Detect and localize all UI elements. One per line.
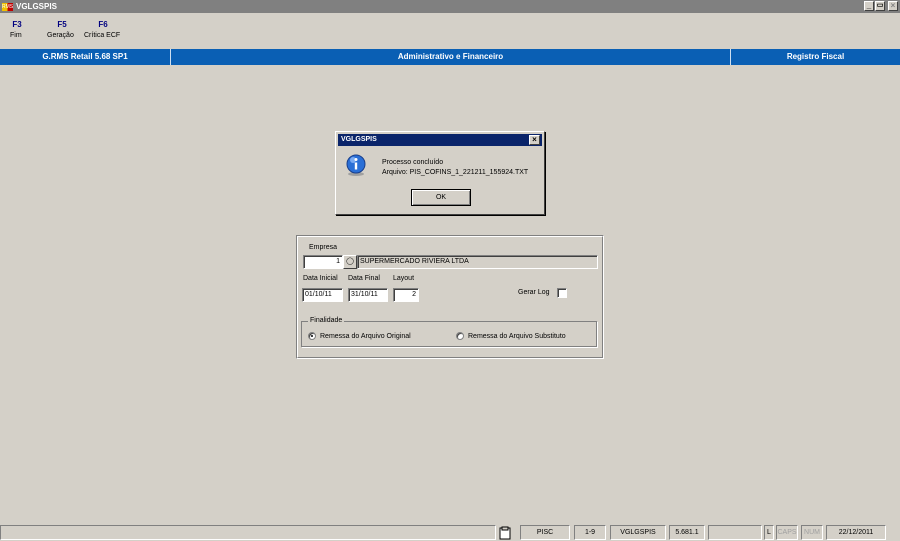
close-button[interactable]: × <box>888 1 898 11</box>
minimize-button[interactable]: _ <box>864 1 874 11</box>
status-program: PISC <box>520 525 570 540</box>
data-final-label: Data Final <box>348 275 380 282</box>
ok-button[interactable]: OK <box>411 189 471 206</box>
clipboard-icon <box>499 526 511 540</box>
fkey-label: Geração <box>47 32 74 39</box>
status-caps: CAPS <box>776 525 798 540</box>
layout-field[interactable]: 2 <box>393 288 419 302</box>
status-date: 22/12/2011 <box>826 525 886 540</box>
finalidade-label: Finalidade <box>308 317 345 324</box>
finalidade-group: Finalidade Remessa do Arquivo Original R… <box>301 317 597 347</box>
status-num: NUM <box>801 525 823 540</box>
fkey-label: Crítica ECF <box>84 32 121 39</box>
info-icon <box>346 154 366 176</box>
fkey-code: F6 <box>98 20 108 29</box>
radio-label: Remessa do Arquivo Original <box>320 332 411 340</box>
f5-geracao-button[interactable]: F5 Geração <box>47 20 77 39</box>
fkey-code: F5 <box>57 20 67 29</box>
dialog-titlebar: VGLGSPIS × <box>338 134 542 146</box>
status-form-name: VGLGSPIS <box>610 525 666 540</box>
empresa-code-field[interactable]: 1 <box>303 255 343 269</box>
status-version: 5.681.1 <box>669 525 705 540</box>
maximize-button[interactable]: ▭ <box>875 1 885 11</box>
dialog-message-line1: Processo concluído <box>382 159 444 166</box>
binoculars-icon[interactable]: ◯ <box>343 255 357 269</box>
radio-remessa-substituto[interactable]: Remessa do Arquivo Substituto <box>456 332 566 340</box>
f3-fim-button[interactable]: F3 Fim <box>10 20 24 39</box>
radio-button[interactable] <box>308 332 316 340</box>
empresa-name-field: SUPERMERCADO RIVIERA LTDA <box>357 255 598 269</box>
area-name: Administrativo e Financeiro <box>397 52 504 61</box>
dialog-title: VGLGSPIS <box>341 136 377 143</box>
gerar-log-label: Gerar Log <box>518 289 550 296</box>
message-dialog: VGLGSPIS × Processo concluído Arquivo: P… <box>335 131 545 215</box>
status-message-cell <box>0 525 496 540</box>
gerar-log-checkbox[interactable] <box>557 288 567 298</box>
radio-remessa-original[interactable]: Remessa do Arquivo Original <box>308 332 411 340</box>
radio-button[interactable] <box>456 332 464 340</box>
window-title: VGLGSPIS <box>16 2 57 11</box>
radio-label: Remessa do Arquivo Substituto <box>468 332 566 340</box>
f6-critica-ecf-button[interactable]: F6 Crítica ECF <box>84 20 122 39</box>
dialog-message-line2: Arquivo: PIS_COFINS_1_221211_155924.TXT <box>382 169 529 176</box>
status-range: 1-9 <box>574 525 606 540</box>
module-bar: G.RMS Retail 5.68 SP1 Administrativo e F… <box>0 49 900 65</box>
empresa-label: Empresa <box>309 244 338 251</box>
product-name: G.RMS Retail 5.68 SP1 <box>42 52 128 61</box>
window-titlebar: RMS VGLGSPIS _ ▭ × <box>0 0 900 13</box>
fkey-label: Fim <box>10 32 22 39</box>
data-final-field[interactable]: 31/10/11 <box>348 288 388 302</box>
status-empty-cell <box>708 525 762 540</box>
module-name: Registro Fiscal <box>786 52 845 61</box>
window-controls: _ ▭ × <box>864 1 898 11</box>
status-mode: L <box>764 525 774 540</box>
dialog-close-button[interactable]: × <box>529 135 540 145</box>
app-logo: RMS <box>2 2 14 11</box>
layout-label: Layout <box>393 275 415 282</box>
parameters-panel: Empresa 1 ◯ SUPERMERCADO RIVIERA LTDA Da… <box>296 235 604 359</box>
status-bar: PISC 1-9 VGLGSPIS 5.681.1 L CAPS NUM 22/… <box>0 524 900 541</box>
fkey-code: F3 <box>12 20 22 29</box>
data-inicial-label: Data Inicial <box>303 275 338 282</box>
data-inicial-field[interactable]: 01/10/11 <box>302 288 343 302</box>
